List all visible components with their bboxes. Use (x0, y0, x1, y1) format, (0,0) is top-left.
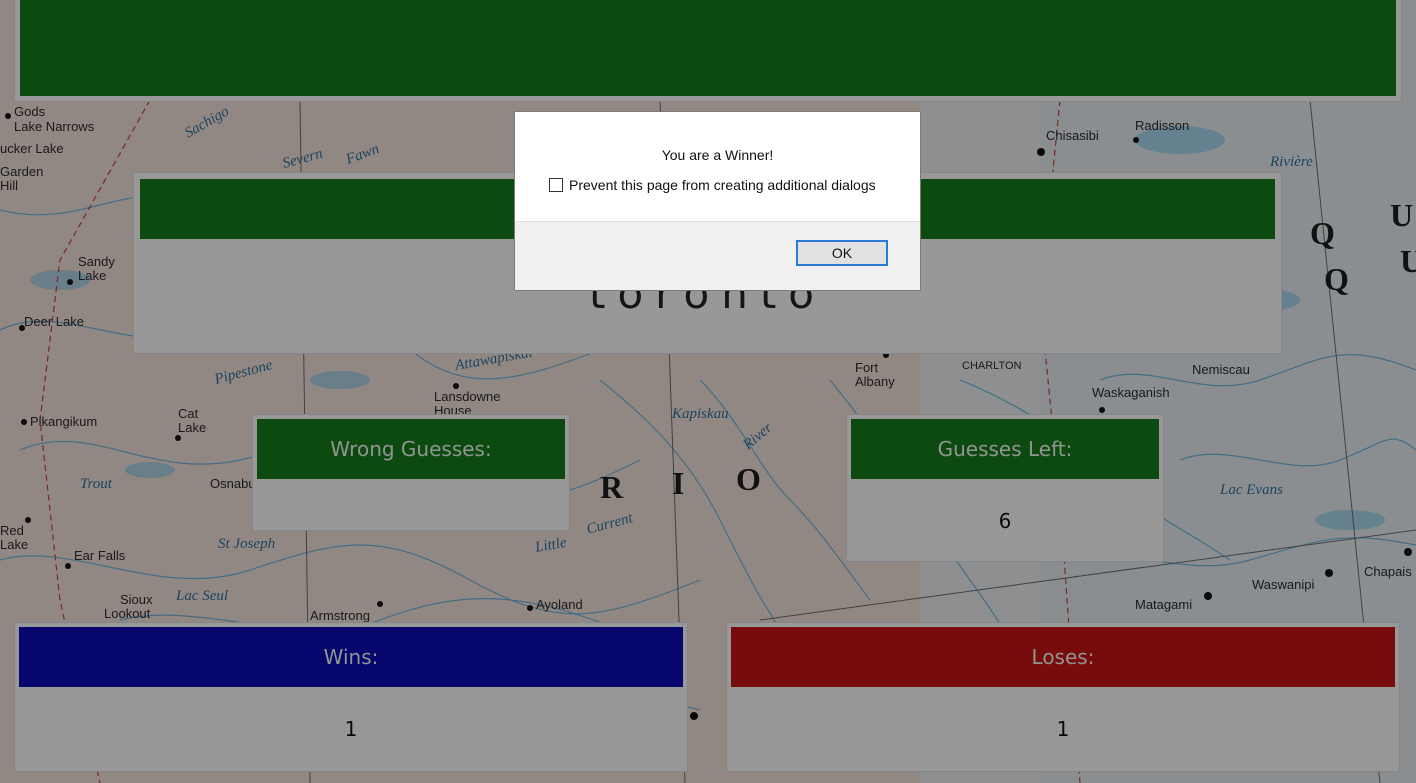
alert-dialog: You are a Winner! Prevent this page from… (514, 111, 921, 291)
ok-button[interactable]: OK (796, 240, 888, 266)
prevent-dialogs-checkbox[interactable] (549, 178, 563, 192)
alert-footer: OK (515, 221, 920, 290)
prevent-dialogs-label[interactable]: Prevent this page from creating addition… (569, 177, 876, 193)
alert-message: You are a Winner! (661, 147, 774, 163)
prevent-dialogs-row[interactable]: Prevent this page from creating addition… (549, 177, 876, 193)
